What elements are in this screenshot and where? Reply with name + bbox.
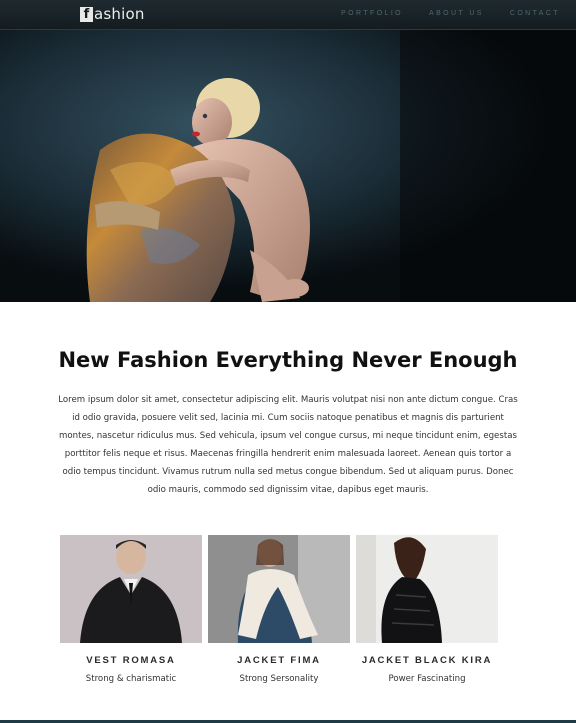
product-photo-woman-leather-jacket (356, 535, 498, 643)
product-photo-man-coat (60, 535, 202, 643)
product-card-vest-romasa[interactable]: VEST ROMASA Strong & charismatic (60, 535, 202, 684)
logo[interactable]: f ashion (80, 4, 145, 24)
product-image-vest-romasa[interactable] (60, 535, 202, 643)
product-description: Strong & charismatic (85, 674, 177, 684)
product-card-jacket-fima[interactable]: JACKET FIMA Strong Sersonality (208, 535, 350, 684)
product-description: Strong Sersonality (239, 674, 319, 684)
section-title: New Fashion Everything Never Enough (58, 348, 518, 372)
product-name: JACKET FIMA (237, 655, 321, 666)
nav-link-about-us[interactable]: ABOUT US (429, 10, 484, 17)
product-name: JACKET BLACK KIRA (361, 655, 493, 666)
product-photo-woman-fur-jacket (208, 535, 350, 643)
hero-image (0, 30, 576, 302)
nav-links: PORTFOLIO ABOUT US CONTACT (341, 10, 560, 17)
hero-model-illustration (0, 30, 576, 302)
product-image-jacket-black-kira[interactable] (356, 535, 498, 643)
nav-link-contact[interactable]: CONTACT (510, 10, 560, 17)
nav-link-portfolio[interactable]: PORTFOLIO (341, 10, 403, 17)
product-description: Power Fascinating (388, 674, 466, 684)
logo-mark: f (80, 6, 93, 22)
product-image-jacket-fima[interactable] (208, 535, 350, 643)
logo-text: ashion (94, 5, 145, 23)
intro-paragraph: Lorem ipsum dolor sit amet, consectetur … (58, 395, 518, 495)
product-card-jacket-black-kira[interactable]: JACKET BLACK KIRA Power Fascinating (356, 535, 498, 684)
product-name: VEST ROMASA (86, 655, 176, 666)
top-nav: f ashion PORTFOLIO ABOUT US CONTACT (0, 0, 576, 30)
